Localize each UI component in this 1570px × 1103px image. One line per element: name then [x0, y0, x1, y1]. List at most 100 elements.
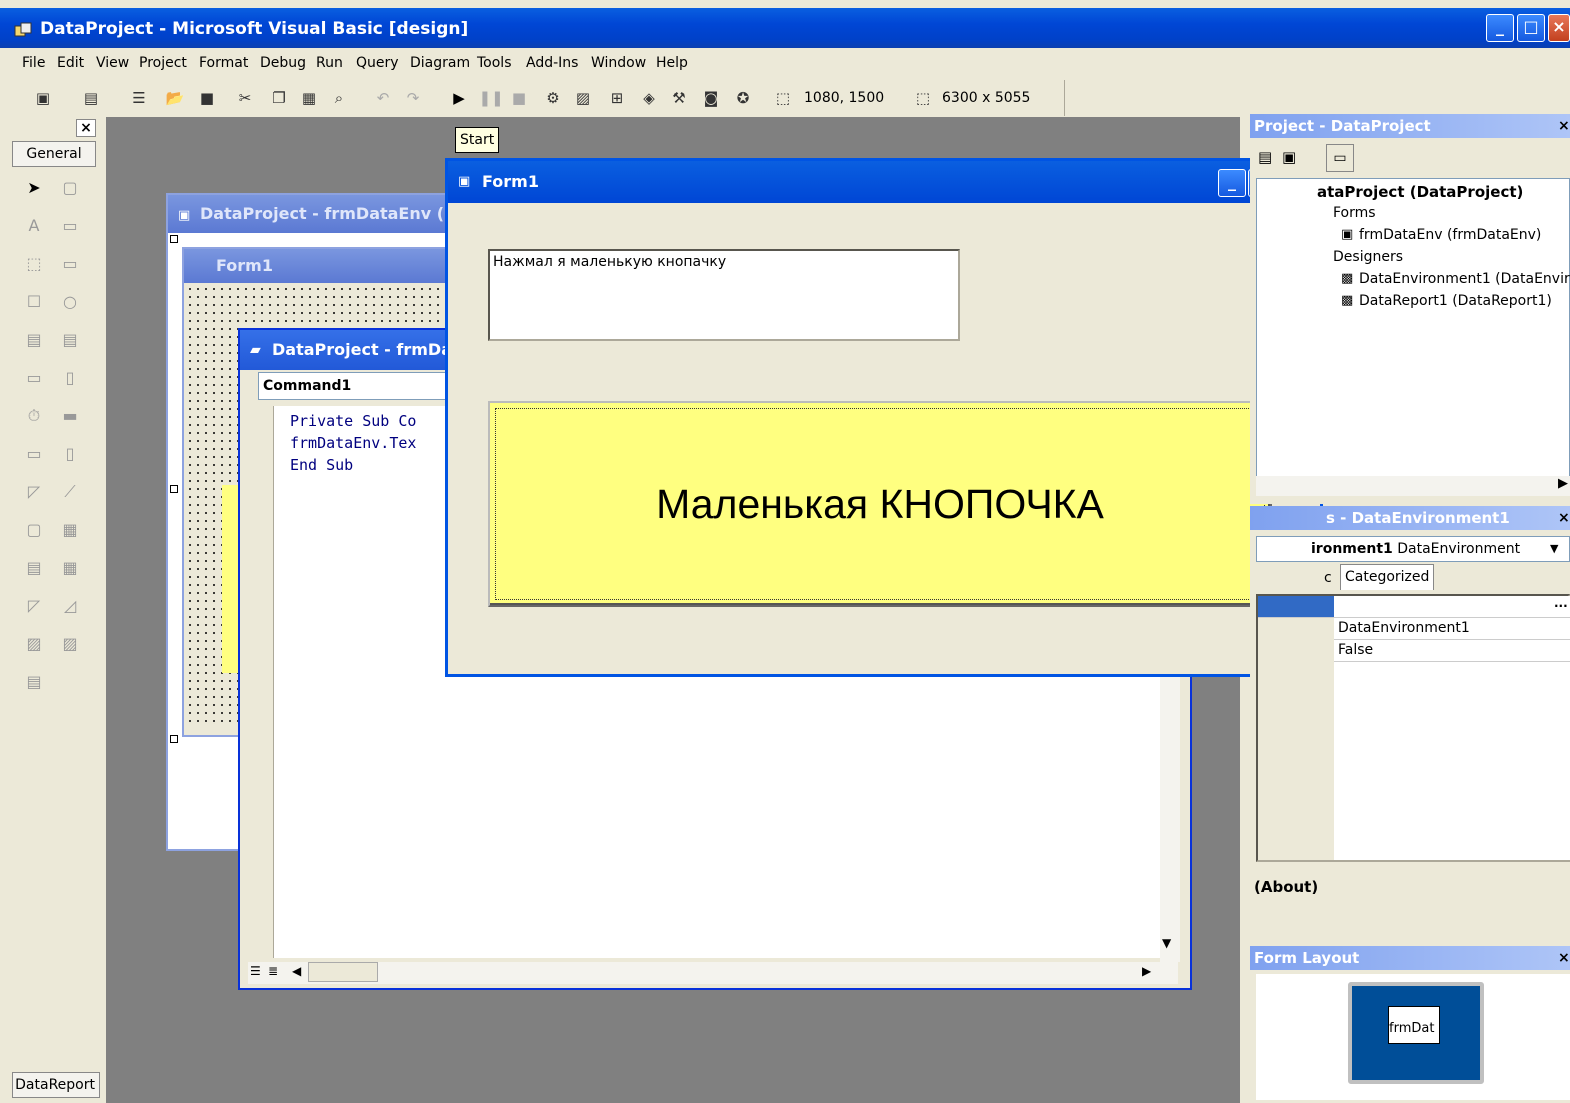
paste-icon[interactable]: ▦ — [298, 88, 320, 108]
view-code-icon[interactable]: ▤ — [1258, 148, 1272, 166]
undo-icon[interactable]: ↶ — [372, 88, 394, 108]
menu-run[interactable]: Run — [316, 55, 343, 71]
toolbox-general-tab[interactable]: General — [12, 141, 96, 167]
combobox-tool-icon[interactable]: ▤ — [20, 327, 48, 353]
command-button-tool-icon[interactable]: ▭ — [56, 251, 84, 277]
tree-datareport1[interactable]: DataReport1 (DataReport1) — [1359, 293, 1552, 309]
properties-window-icon[interactable]: ▨ — [572, 88, 594, 108]
close-button[interactable]: × — [1548, 14, 1570, 42]
start-icon[interactable]: ▶ — [448, 88, 470, 108]
menu-window[interactable]: Window — [591, 55, 646, 71]
property-row[interactable]: ... — [1258, 596, 1570, 618]
rpt-label-tool-icon[interactable]: ▦ — [56, 555, 84, 581]
textbox-tool-icon[interactable]: ▭ — [56, 213, 84, 239]
form1-minimize-button[interactable]: _ — [1218, 169, 1246, 197]
menu-view[interactable]: View — [96, 55, 129, 71]
timer-tool-icon[interactable]: ⏱ — [20, 403, 48, 429]
menu-edit[interactable]: Edit — [57, 55, 84, 71]
end-icon[interactable]: ■ — [508, 88, 530, 108]
resize-handle[interactable] — [170, 485, 178, 493]
line-tool-icon[interactable]: ⟋ — [56, 479, 84, 505]
maximize-button[interactable]: □ — [1517, 14, 1545, 42]
label-tool-icon[interactable]: A — [20, 213, 48, 239]
project-close-icon[interactable]: × — [1558, 118, 1570, 134]
tree-forms-folder[interactable]: Forms — [1333, 205, 1376, 221]
view-object-icon[interactable]: ▣ — [1282, 148, 1296, 166]
form-layout-form[interactable]: frmDat — [1388, 1006, 1440, 1044]
redo-icon[interactable]: ↷ — [402, 88, 424, 108]
project-hscrollbar[interactable]: ▶ — [1256, 476, 1570, 496]
add-project-icon[interactable]: ▣ — [32, 88, 54, 108]
ellipsis-button[interactable]: ... — [1554, 596, 1568, 610]
tree-designers-folder[interactable]: Designers — [1333, 249, 1403, 265]
procedure-view-icon[interactable]: ☰ — [250, 964, 261, 978]
toolbox-datareport-tab[interactable]: DataReport — [12, 1072, 100, 1098]
picture-tool-icon[interactable]: ▢ — [56, 175, 84, 201]
cut-icon[interactable]: ✂ — [234, 88, 256, 108]
tree-dataenvironment1[interactable]: DataEnvironment1 (DataEnviror — [1359, 271, 1570, 287]
save-icon[interactable]: ■ — [196, 88, 218, 108]
menu-query[interactable]: Query — [356, 55, 399, 71]
menu-debug[interactable]: Debug — [260, 55, 306, 71]
hscroll-tool-icon[interactable]: ▭ — [20, 365, 48, 391]
file-list-tool-icon[interactable]: ▯ — [56, 441, 84, 467]
chevron-down-icon[interactable]: ▼ — [1550, 542, 1558, 555]
form-layout-close-icon[interactable]: × — [1558, 950, 1570, 966]
find-icon[interactable]: ⌕ — [328, 88, 350, 108]
resize-handle[interactable] — [170, 235, 178, 243]
rpt-function-tool-icon[interactable]: ▨ — [56, 631, 84, 657]
menu-add-ins[interactable]: Add-Ins — [526, 55, 578, 71]
image-tool-icon[interactable]: ▢ — [20, 517, 48, 543]
frame-tool-icon[interactable]: ⬚ — [20, 251, 48, 277]
open-icon[interactable]: 📂 — [164, 88, 186, 108]
properties-close-icon[interactable]: × — [1558, 510, 1570, 526]
dir-list-tool-icon[interactable]: ▭ — [20, 441, 48, 467]
object-browser-icon[interactable]: ◈ — [638, 88, 660, 108]
object-dropdown[interactable]: Command1 — [258, 372, 468, 400]
full-module-view-icon[interactable]: ≣ — [268, 964, 278, 978]
rpt-shape-tool-icon[interactable]: ◸ — [20, 593, 48, 619]
listbox-tool-icon[interactable]: ▤ — [56, 327, 84, 353]
property-value[interactable]: False — [1334, 640, 1570, 662]
menu-help[interactable]: Help — [656, 55, 688, 71]
rpt-textbox-tool-icon[interactable]: ▤ — [20, 669, 48, 695]
data-view-icon[interactable]: ◙ — [700, 88, 722, 108]
copy-icon[interactable]: ❐ — [268, 88, 290, 108]
drive-list-tool-icon[interactable]: ▬ — [56, 403, 84, 429]
rpt-image-tool-icon[interactable]: ▨ — [20, 631, 48, 657]
object-selector[interactable]: ironment1 DataEnvironment — [1256, 536, 1570, 562]
toggle-folders-icon[interactable]: ▭ — [1326, 144, 1354, 172]
menu-editor-icon[interactable]: ☰ — [128, 88, 150, 108]
scroll-left-icon[interactable]: ◀ — [292, 964, 301, 978]
menu-tools[interactable]: Tools — [477, 55, 512, 71]
toolbox-icon[interactable]: ⚒ — [668, 88, 690, 108]
small-button[interactable]: Маленькая КНОПОЧКА — [488, 401, 1272, 607]
data-tool-icon[interactable]: ▦ — [56, 517, 84, 543]
horizontal-scrollbar[interactable]: ☰ ≣ ◀ ▶ — [248, 962, 1178, 984]
checkbox-tool-icon[interactable]: ☐ — [20, 289, 48, 315]
toolbox-close-icon[interactable]: × — [76, 119, 96, 137]
output-textbox[interactable]: Нажмал я маленькую кнопачку — [488, 249, 960, 341]
property-value[interactable]: DataEnvironment1 — [1334, 618, 1570, 640]
scroll-down-icon[interactable]: ▼ — [1162, 936, 1171, 950]
ole-tool-icon[interactable]: ▤ — [20, 555, 48, 581]
menu-format[interactable]: Format — [199, 55, 248, 71]
tree-frmdataenv[interactable]: frmDataEnv (frmDataEnv) — [1359, 227, 1541, 243]
pointer-tool-icon[interactable]: ➤ — [20, 175, 48, 201]
menu-project[interactable]: Project — [139, 55, 187, 71]
add-form-icon[interactable]: ▤ — [80, 88, 102, 108]
scroll-right-icon[interactable]: ▶ — [1558, 476, 1568, 491]
tab-categorized[interactable]: Categorized — [1340, 564, 1435, 590]
scroll-thumb[interactable] — [308, 962, 378, 982]
break-icon[interactable]: ❚❚ — [478, 88, 503, 108]
option-button-tool-icon[interactable]: ○ — [56, 289, 84, 315]
component-manager-icon[interactable]: ✪ — [732, 88, 754, 108]
minimize-button[interactable]: _ — [1486, 14, 1514, 42]
tab-alphabetic[interactable]: c — [1324, 566, 1340, 590]
shape-tool-icon[interactable]: ◸ — [20, 479, 48, 505]
form-layout-icon[interactable]: ⊞ — [606, 88, 628, 108]
menu-file[interactable]: File — [22, 55, 45, 71]
resize-handle[interactable] — [170, 735, 178, 743]
scroll-right-icon[interactable]: ▶ — [1142, 964, 1151, 978]
menu-diagram[interactable]: Diagram — [410, 55, 470, 71]
